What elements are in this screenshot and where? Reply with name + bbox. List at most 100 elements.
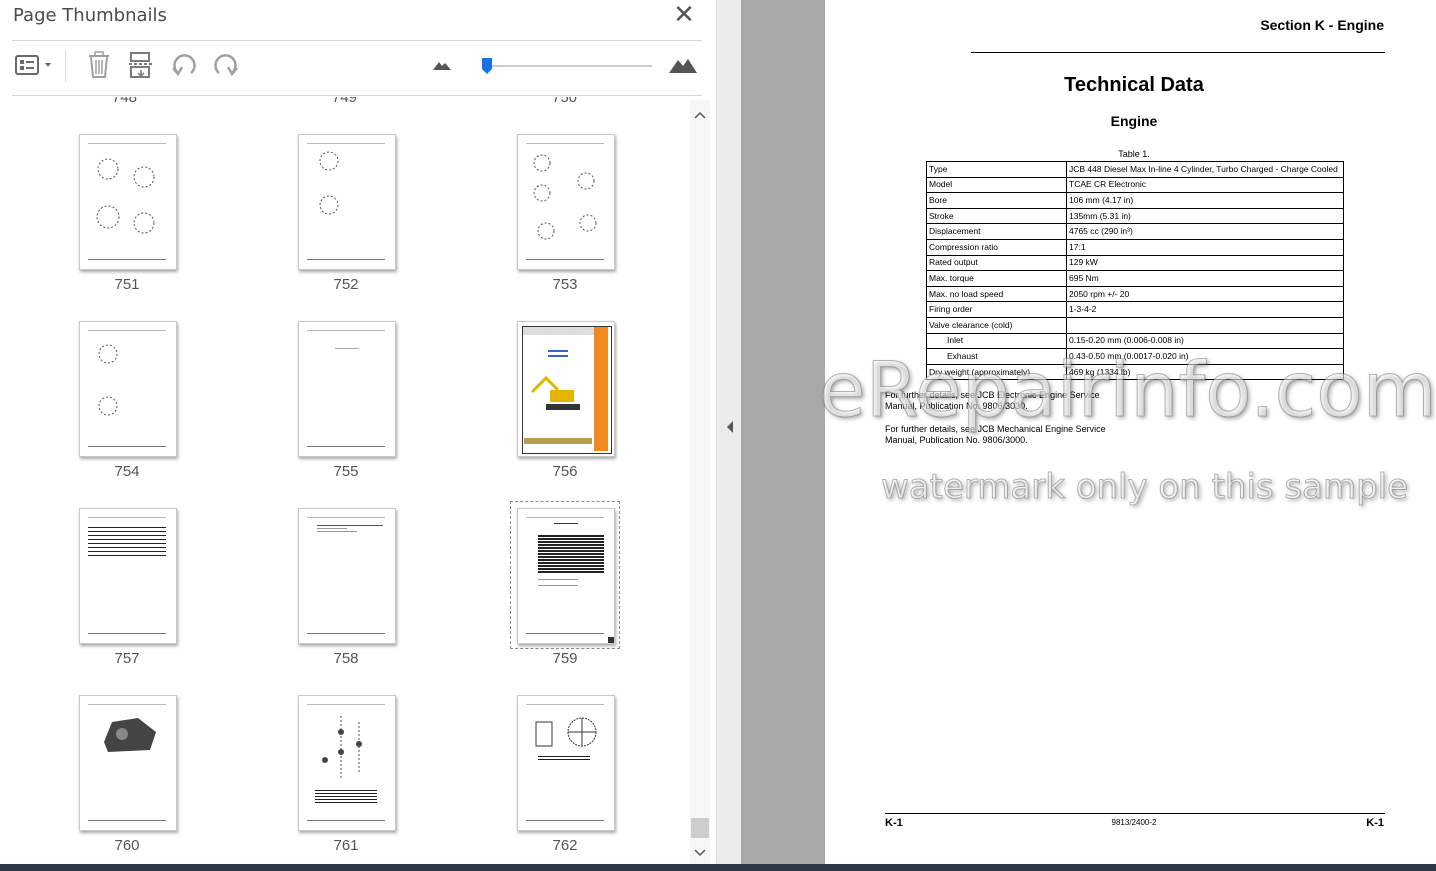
rotate-clockwise-button[interactable]: [210, 52, 242, 82]
watermark-sub: watermark only on this sample: [880, 467, 1409, 508]
table-cell-label: Compression ratio: [926, 238, 1067, 256]
page-thumbnail[interactable]: [298, 508, 396, 644]
zoom-in-button[interactable]: [666, 52, 700, 82]
table-cell-value: 17:1: [1066, 238, 1344, 256]
thumbnail-preview-mark: [535, 717, 597, 747]
scroll-up-icon[interactable]: [694, 106, 706, 124]
table-cell-value: [1066, 316, 1344, 334]
footer-right: K-1: [1366, 817, 1384, 829]
table-cell-value: 135mm (5.31 in): [1066, 207, 1344, 225]
table-row: Model TCAE CR Electronic: [926, 176, 1344, 194]
table-cell-label: Max. torque: [926, 270, 1067, 287]
thumbnail-preview-mark: [88, 143, 166, 144]
thumbnail-page-number: 758: [333, 650, 359, 667]
small-mountain-icon: [432, 58, 452, 77]
thumbnail-preview-mark: [307, 633, 385, 634]
thumbnail-resize-handle[interactable]: [608, 637, 614, 643]
thumbnail-preview-mark: [88, 527, 166, 528]
thumbnail-preview-mark: [307, 259, 385, 260]
thumbnail-preview-mark: [88, 517, 166, 518]
collapse-panel-icon[interactable]: [725, 420, 735, 439]
zoom-out-button[interactable]: [430, 52, 454, 82]
thumbnail-preview-mark: [594, 327, 608, 451]
thumbnail-preview-mark: [88, 555, 166, 556]
rotate-counterclockwise-button[interactable]: [168, 52, 200, 82]
table-caption: Table 1.: [1118, 149, 1150, 159]
table-cell-label: Model: [926, 176, 1067, 194]
thumbnail-preview-mark: [319, 195, 339, 215]
table-cell-label: Stroke: [926, 207, 1067, 225]
scrollbar-thumb[interactable]: [691, 818, 709, 838]
thumbnail-preview-mark: [104, 718, 156, 752]
table-row: Compression ratio 17:1: [926, 238, 1344, 256]
thumbnail-page-number: 752: [333, 276, 359, 293]
thumbnail-preview-mark: [317, 525, 383, 526]
page-thumbnail[interactable]: [79, 695, 177, 831]
cut-off-label: 748: [112, 97, 138, 106]
page-thumbnail[interactable]: [298, 695, 396, 831]
extract-pages-button[interactable]: [126, 51, 156, 84]
thumbnail-preview-mark: [533, 154, 597, 240]
thumbnail-page-number: 756: [552, 463, 578, 480]
page-subtitle: Engine: [1110, 113, 1158, 129]
scroll-down-icon[interactable]: [694, 844, 706, 862]
panel-title: Page Thumbnails: [13, 5, 167, 26]
page-thumbnail[interactable]: [298, 321, 396, 457]
thumbnail-preview-mark: [533, 184, 551, 202]
watermark-main: eRepairinfo.com: [819, 345, 1436, 435]
thumbnail-preview-mark: [548, 350, 568, 352]
thumbnail-preview-mark: [96, 205, 120, 229]
footer-rule: [885, 813, 1385, 814]
thumbnail-preview-mark: [335, 348, 359, 349]
thumbnail-preview-mark: [88, 543, 166, 544]
table-cell-label: Rated output: [926, 254, 1067, 272]
thumbnail-preview-mark: [356, 741, 362, 747]
page-thumbnail[interactable]: [79, 134, 177, 270]
thumbnail-preview-mark: [307, 517, 385, 518]
options-menu-button[interactable]: [12, 52, 56, 82]
zoom-slider-handle[interactable]: [481, 57, 493, 75]
thumbnail-preview-mark: [579, 214, 597, 232]
thumbnail-preview-mark: [537, 222, 555, 240]
page-thumbnail[interactable]: [517, 321, 615, 457]
footer-center: 9813/2400-2: [1111, 818, 1157, 827]
thumbnail-preview-mark: [307, 820, 385, 821]
zoom-slider-track[interactable]: [484, 65, 652, 67]
table-row: Valve clearance (cold): [926, 316, 1344, 334]
page-thumbnail[interactable]: [517, 695, 615, 831]
page-thumbnail[interactable]: [517, 134, 615, 270]
thumbnail-preview-mark: [538, 585, 578, 586]
thumbnail-preview-mark: [307, 143, 385, 144]
thumbnail-page-number: 754: [114, 463, 140, 480]
thumbnail-preview-mark: [550, 390, 574, 402]
thumbnail-page-number: 761: [333, 837, 359, 854]
options-menu-icon: [14, 52, 54, 83]
table-cell-label: Max. no load speed: [926, 285, 1067, 303]
rotate-clockwise-icon: [211, 51, 241, 84]
panel-splitter[interactable]: [716, 0, 742, 864]
close-panel-button[interactable]: ✕: [672, 1, 696, 27]
thumbnail-preview-mark: [546, 404, 580, 410]
page-thumbnail[interactable]: [298, 134, 396, 270]
page-thumbnail[interactable]: [79, 508, 177, 644]
thumbnail-preview-mark: [88, 551, 166, 552]
table-cell-label: Firing order: [926, 301, 1067, 318]
thumbnail-preview-mark: [88, 535, 166, 536]
extract-pages-icon: [127, 51, 155, 84]
table-cell-value: 1-3-4-2: [1066, 301, 1344, 318]
page-thumbnail[interactable]: [517, 508, 615, 644]
table-cell-label: Valve clearance (cold): [926, 316, 1067, 334]
page-thumbnail[interactable]: [79, 321, 177, 457]
thumbnail-page-number: 760: [114, 837, 140, 854]
thumbnail-preview-mark: [116, 728, 128, 740]
thumbnail-preview-mark: [526, 143, 604, 144]
thumbnail-preview-mark: [88, 633, 166, 634]
thumbnail-scrollbar[interactable]: [690, 100, 710, 864]
thumbnail-preview-mark: [526, 259, 604, 260]
thumbnail-preview-mark: [88, 547, 166, 548]
thumbnail-page-number: 753: [552, 276, 578, 293]
thumbnail-preview-mark: [548, 355, 568, 357]
thumbnail-preview-mark: [315, 790, 377, 804]
header-rule: [971, 52, 1385, 53]
delete-pages-button[interactable]: [84, 50, 114, 82]
